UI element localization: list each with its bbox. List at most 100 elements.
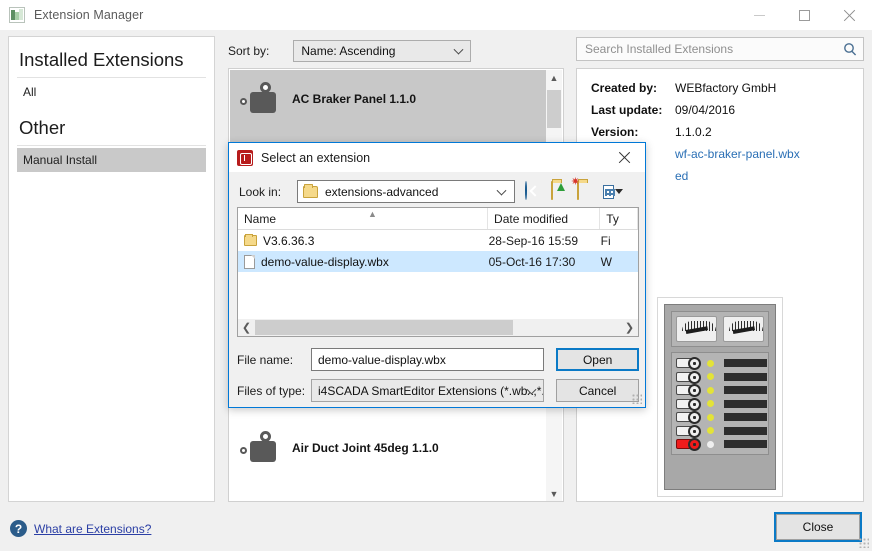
- extension-package-icon: [240, 82, 284, 118]
- breaker-bar: [724, 426, 767, 435]
- breaker-switch-icon: [676, 397, 701, 411]
- window-title: Extension Manager: [34, 8, 144, 22]
- breaker-row: [676, 370, 767, 384]
- preview-breaker-rows: [671, 352, 769, 455]
- extension-manager-icon: [9, 7, 25, 23]
- breaker-bar: [724, 440, 767, 448]
- breaker-bar: [724, 413, 767, 421]
- detail-value: WEBfactory GmbH: [675, 81, 777, 95]
- files-of-type-value: i4SCADA SmartEditor Extensions (*.wbx,*.…: [318, 383, 545, 398]
- led-icon: [707, 427, 714, 434]
- breaker-bar: [724, 399, 767, 408]
- sidebar-heading-other: Other: [17, 115, 206, 146]
- cancel-button[interactable]: Cancel: [556, 379, 639, 402]
- new-folder-button[interactable]: [577, 180, 597, 202]
- sidebar-item-all[interactable]: All: [17, 80, 206, 104]
- detail-key: Created by:: [591, 81, 658, 95]
- dialog-title: Select an extension: [261, 150, 371, 165]
- breaker-switch-icon: [676, 357, 701, 370]
- detail-key: Version:: [591, 125, 639, 139]
- detail-row-created-by: Created by: WEBfactory GmbH: [591, 81, 849, 95]
- breaker-switch-icon: [676, 370, 701, 384]
- look-in-dropdown[interactable]: extensions-advanced: [297, 180, 515, 203]
- breaker-switch-icon: [676, 411, 701, 424]
- search-input[interactable]: Search Installed Extensions: [577, 42, 837, 56]
- file-type: Fi: [600, 233, 611, 248]
- open-button[interactable]: Open: [556, 348, 639, 371]
- file-list-horizontal-scrollbar[interactable]: ❮ ❯: [238, 319, 638, 336]
- scroll-up-icon[interactable]: ▲: [546, 70, 562, 86]
- breaker-switch-icon: [676, 438, 701, 451]
- sort-dropdown[interactable]: Name: Ascending: [293, 40, 472, 62]
- up-one-level-button[interactable]: [551, 180, 571, 202]
- file-type: W: [600, 254, 612, 269]
- files-of-type-dropdown[interactable]: i4SCADA SmartEditor Extensions (*.wbx,*.…: [311, 379, 545, 402]
- detail-row-last-update: Last update: 09/04/2016: [591, 103, 849, 117]
- scroll-left-icon[interactable]: ❮: [238, 319, 255, 336]
- breaker-bar: [724, 359, 767, 367]
- extension-package-icon: [237, 149, 253, 166]
- folder-icon: [303, 183, 318, 198]
- file-date: 05-Oct-16 17:30: [488, 254, 576, 269]
- views-button[interactable]: [603, 182, 623, 202]
- maximize-button[interactable]: [782, 0, 827, 30]
- folder-icon: [244, 233, 257, 246]
- detail-row-version: Version: 1.1.0.2: [591, 125, 849, 139]
- sort-dropdown-value: Name: Ascending: [301, 44, 396, 58]
- sidebar-item-manual-install[interactable]: Manual Install: [17, 148, 206, 172]
- close-icon: [843, 9, 856, 22]
- breaker-bar: [724, 386, 767, 394]
- close-icon: [618, 151, 631, 164]
- extension-package-icon: [240, 431, 284, 467]
- scroll-right-icon[interactable]: ❯: [621, 319, 638, 336]
- search-icon[interactable]: [837, 38, 863, 60]
- back-button[interactable]: [525, 180, 545, 202]
- led-icon: [707, 373, 714, 380]
- look-in-label: Look in:: [239, 184, 282, 199]
- file-list-row[interactable]: V3.6.36.3 28-Sep-16 15:59 Fi: [238, 230, 638, 251]
- extension-preview-image: [657, 297, 783, 497]
- back-icon: [525, 180, 527, 200]
- breaker-row: [676, 424, 767, 438]
- column-header-date-modified[interactable]: Date modified: [488, 208, 601, 229]
- extension-manager-window: Extension Manager Installed Extensions A…: [0, 0, 872, 551]
- breaker-switch-icon: [676, 384, 701, 397]
- breaker-row: [676, 397, 767, 411]
- minimize-button[interactable]: [737, 0, 782, 30]
- title-bar: Extension Manager: [0, 0, 872, 30]
- column-header-name[interactable]: Name: [238, 208, 489, 229]
- close-button[interactable]: Close: [774, 512, 862, 542]
- file-list-row[interactable]: demo-value-display.wbx 05-Oct-16 17:30 W: [238, 251, 638, 272]
- scroll-down-icon[interactable]: ▼: [546, 486, 562, 501]
- extension-card-air-duct-joint[interactable]: Air Duct Joint 45deg 1.1.0: [230, 419, 548, 499]
- dialog-close-button[interactable]: [603, 143, 645, 172]
- extension-file-link[interactable]: wf-ac-braker-panel.wbx: [675, 147, 849, 161]
- dialog-fields: File name: demo-value-display.wbx Open F…: [237, 348, 639, 410]
- sort-ascending-icon: ▲: [368, 209, 377, 219]
- extension-secondary-link[interactable]: ed: [675, 169, 849, 183]
- file-name-input[interactable]: demo-value-display.wbx: [311, 348, 545, 371]
- led-icon: [707, 440, 714, 448]
- file-icon: [244, 254, 255, 269]
- detail-value: 1.1.0.2: [675, 125, 712, 139]
- new-folder-icon: [577, 180, 579, 200]
- sidebar: Installed Extensions All Other Manual In…: [8, 36, 215, 502]
- extension-name: Air Duct Joint 45deg 1.1.0: [292, 441, 439, 455]
- sort-label: Sort by:: [228, 44, 270, 58]
- search-box[interactable]: Search Installed Extensions: [576, 37, 864, 61]
- help-area: ? What are Extensions?: [10, 520, 151, 537]
- scrollbar-thumb[interactable]: [547, 90, 561, 128]
- scrollbar-thumb[interactable]: [255, 320, 513, 335]
- resize-grip[interactable]: [859, 538, 869, 548]
- column-header-type[interactable]: Ty: [600, 208, 638, 229]
- led-icon: [707, 386, 714, 394]
- close-window-button[interactable]: [827, 0, 872, 30]
- dialog-resize-grip[interactable]: [632, 394, 642, 404]
- gauge-icon: [676, 316, 717, 342]
- file-name: demo-value-display.wbx: [261, 254, 389, 269]
- look-in-row: Look in: extensions-advanced: [229, 172, 645, 211]
- sort-row: Sort by: Name: Ascending: [228, 40, 472, 62]
- extension-name: AC Braker Panel 1.1.0: [292, 92, 417, 106]
- what-are-extensions-link[interactable]: What are Extensions?: [34, 522, 151, 536]
- window-controls: [737, 0, 872, 30]
